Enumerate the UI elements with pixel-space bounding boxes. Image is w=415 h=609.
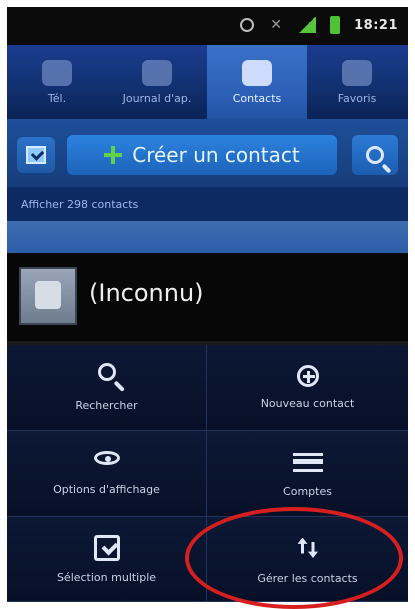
tab-contacts[interactable]: Contacts bbox=[207, 45, 307, 119]
sync-icon bbox=[240, 18, 255, 32]
menu-item-search[interactable]: Rechercher bbox=[7, 345, 207, 431]
status-icons: ✕ 18:21 bbox=[240, 16, 398, 34]
menu-item-multi-select[interactable]: Sélection multiple bbox=[7, 517, 207, 602]
menu-label: Nouveau contact bbox=[260, 397, 355, 410]
eye-icon bbox=[93, 451, 120, 465]
menu-item-display-options[interactable]: Options d'affichage bbox=[7, 431, 207, 517]
multiselect-icon bbox=[93, 534, 120, 561]
contact-name: (Inconnu) bbox=[89, 279, 204, 307]
tab-label: Favoris bbox=[337, 91, 377, 105]
search-icon bbox=[97, 363, 116, 381]
plus-icon bbox=[104, 146, 123, 164]
menu-label: Options d'affichage bbox=[53, 483, 160, 496]
menu-item-manage-contacts[interactable]: Gérer les contacts bbox=[207, 517, 408, 602]
create-contact-button[interactable]: Créer un contact bbox=[67, 135, 337, 175]
battery-icon bbox=[330, 16, 341, 34]
status-time: 18:21 bbox=[354, 17, 398, 33]
tab-phone[interactable]: Tél. bbox=[7, 45, 107, 119]
tab-label: Contacts bbox=[232, 91, 282, 105]
menu-label: Comptes bbox=[283, 485, 332, 498]
action-bar: Créer un contact bbox=[7, 119, 408, 187]
accounts-icon bbox=[292, 449, 323, 471]
tab-call-log[interactable]: Journal d'ap. bbox=[107, 45, 207, 119]
options-menu: Rechercher Nouveau contact Options d'aff… bbox=[7, 345, 408, 602]
contacts-icon bbox=[242, 59, 272, 86]
search-button[interactable] bbox=[352, 135, 398, 175]
phone-screen: ✕ 18:21 Tél. Journal d'ap. Contacts Favo… bbox=[7, 7, 408, 602]
tab-label: Journal d'ap. bbox=[122, 91, 192, 105]
section-header bbox=[7, 221, 408, 253]
tab-label: Tél. bbox=[47, 91, 67, 105]
menu-label: Gérer les contacts bbox=[257, 571, 358, 585]
select-all-button[interactable] bbox=[17, 137, 55, 173]
create-contact-label: Créer un contact bbox=[132, 143, 300, 167]
menu-label: Sélection multiple bbox=[56, 570, 157, 584]
contacts-count: Afficher 298 contacts bbox=[7, 187, 408, 221]
avatar bbox=[19, 267, 77, 325]
menu-label: Rechercher bbox=[75, 399, 138, 412]
status-bar: ✕ 18:21 bbox=[7, 7, 408, 45]
menu-item-accounts[interactable]: Comptes bbox=[207, 431, 408, 517]
star-icon bbox=[342, 59, 372, 86]
add-circle-icon bbox=[296, 365, 319, 387]
search-icon bbox=[366, 146, 384, 164]
tab-favorites[interactable]: Favoris bbox=[307, 45, 407, 119]
checkbox-icon bbox=[26, 146, 46, 164]
list-item[interactable]: (Inconnu) bbox=[7, 253, 408, 341]
options-grid: Rechercher Nouveau contact Options d'aff… bbox=[7, 345, 408, 602]
menu-item-new-contact[interactable]: Nouveau contact bbox=[207, 345, 408, 431]
call-log-icon bbox=[142, 59, 172, 86]
phone-icon bbox=[42, 59, 72, 86]
manage-arrows-icon bbox=[294, 534, 322, 562]
signal-icon bbox=[298, 17, 317, 33]
no-sim-icon: ✕ bbox=[270, 17, 282, 33]
tab-bar: Tél. Journal d'ap. Contacts Favoris bbox=[7, 45, 408, 119]
